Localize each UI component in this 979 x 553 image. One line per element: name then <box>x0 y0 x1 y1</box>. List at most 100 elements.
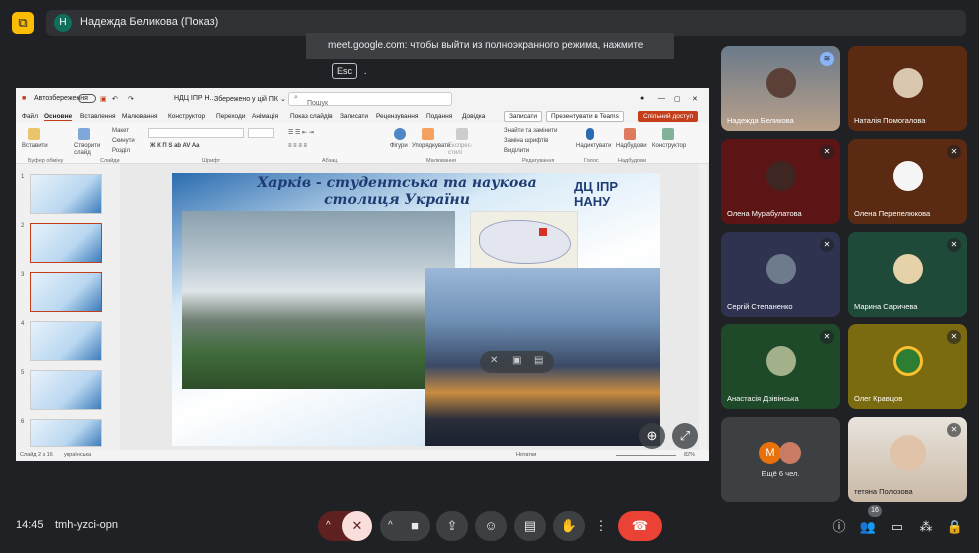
dictate-icon[interactable] <box>586 128 594 140</box>
saved-label[interactable]: Збережено у цій ПК ⌄ <box>214 95 286 103</box>
close-icon[interactable]: ✕ <box>692 95 698 103</box>
notes-button[interactable]: Нотатки <box>516 452 536 458</box>
presentation-icon[interactable]: ⧉ <box>12 12 34 34</box>
tab-design[interactable]: Конструктор <box>168 113 205 120</box>
slide-thumbnail-selected[interactable] <box>30 223 102 263</box>
new-slide-icon[interactable] <box>78 128 90 140</box>
participant-tile[interactable]: ✕ тетяна Полозова <box>848 417 967 502</box>
paste-icon[interactable] <box>28 128 40 140</box>
camera-control[interactable]: ^ ■ <box>380 511 430 541</box>
chevron-up-icon[interactable]: ^ <box>326 511 331 541</box>
host-controls-icon[interactable]: 🔒 <box>944 516 966 538</box>
present-screen-button[interactable]: ⇪ <box>436 511 468 541</box>
vertical-scrollbar[interactable] <box>699 164 707 450</box>
participant-name: Анастасія Дзівінська <box>727 394 799 403</box>
more-participants-tile[interactable]: М Ещё 6 чел. <box>721 417 840 502</box>
tab-view[interactable]: Подання <box>426 113 452 120</box>
find-replace-button[interactable]: Знайти та замінити <box>504 128 557 134</box>
people-icon[interactable]: 👥 <box>857 516 879 538</box>
share-button[interactable]: Спільний доступ <box>638 111 698 122</box>
autosave-toggle[interactable] <box>78 94 96 103</box>
participant-tile[interactable]: ✕ Олена Перепелюкова <box>848 139 967 224</box>
shapes-icon[interactable] <box>394 128 406 140</box>
font-size-field[interactable] <box>248 128 274 138</box>
zoom-slider[interactable] <box>616 455 676 456</box>
slide-thumbnail[interactable] <box>30 174 102 214</box>
tab-home[interactable]: Основне <box>44 113 73 121</box>
participant-tile[interactable]: ✕ Олег Кравцов <box>848 324 967 409</box>
designer-icon[interactable] <box>662 128 674 140</box>
tab-file[interactable]: Файл <box>22 113 38 120</box>
chat-icon[interactable]: ▭ <box>886 516 908 538</box>
font-name-field[interactable] <box>148 128 244 138</box>
new-slide-button[interactable]: Створити слайд <box>74 143 100 157</box>
slide-number: 3 <box>21 272 25 278</box>
participant-tile[interactable]: Наталія Помогалова <box>848 46 967 131</box>
raise-hand-button[interactable]: ✋ <box>553 511 585 541</box>
current-slide[interactable]: Харків - студентська та наукова столиця … <box>172 173 660 446</box>
tab-animations[interactable]: Анімація <box>252 113 278 120</box>
participant-tile[interactable]: ≋ Надежда Беликова <box>721 46 840 131</box>
reactions-button[interactable]: ☺ <box>475 511 507 541</box>
tab-slideshow[interactable]: Показ слайдів <box>290 113 333 120</box>
camera-icon[interactable]: ■ <box>400 511 430 541</box>
maximize-icon[interactable]: ▢ <box>674 95 681 103</box>
participant-tile[interactable]: ✕ Анастасія Дзівінська <box>721 324 840 409</box>
mic-off-icon[interactable]: ✕ <box>342 511 372 541</box>
tab-review[interactable]: Рецензування <box>376 113 418 120</box>
ppt-user-avatar[interactable]: ● <box>640 95 644 102</box>
addins-icon[interactable] <box>624 128 636 140</box>
slide-thumbnail[interactable] <box>30 321 102 361</box>
align-icon[interactable]: ≡ ≡ ≡ ≡ <box>288 143 307 149</box>
tab-transitions[interactable]: Переходи <box>216 113 245 120</box>
designer-button[interactable]: Конструктор <box>652 143 686 149</box>
participant-tile[interactable]: ✕ Сергій Степаненко <box>721 232 840 317</box>
addins-button[interactable]: Надбудови <box>616 143 647 149</box>
tab-draw[interactable]: Малювання <box>122 113 157 120</box>
replace-fonts-button[interactable]: Заміна шрифтів <box>504 138 548 144</box>
tab-help[interactable]: Довідка <box>462 113 485 120</box>
expand-icon[interactable]: ⤢ <box>672 423 698 449</box>
undo-icon[interactable]: ↶ <box>112 95 118 103</box>
status-language: українська <box>64 452 92 458</box>
slide-thumbnail[interactable] <box>30 370 102 410</box>
info-icon[interactable]: ⓘ <box>828 516 850 538</box>
select-button[interactable]: Виділити <box>504 148 529 154</box>
mic-control[interactable]: ^ ✕ <box>318 511 372 541</box>
record-button[interactable]: Записати <box>504 111 543 122</box>
participant-tile[interactable]: ✕ Марина Саричева <box>848 232 967 317</box>
minimize-icon[interactable]: — <box>658 95 665 102</box>
leave-call-button[interactable]: ☎ <box>618 511 662 541</box>
redo-icon[interactable]: ↷ <box>128 95 134 103</box>
quick-styles-button[interactable]: Експрес-стилі <box>448 143 476 157</box>
slide-thumbnail[interactable] <box>30 419 102 447</box>
activities-icon[interactable]: ⁂ <box>915 516 937 538</box>
present-teams-button[interactable]: Презентувати в Teams <box>546 111 624 122</box>
shapes-button[interactable]: Фігури <box>390 143 408 149</box>
bold-icon[interactable]: Ж К П S ab AV Aa <box>150 143 200 149</box>
tab-record[interactable]: Записати <box>340 113 368 120</box>
bullets-icon[interactable]: ☰ ☰ ⇤ ⇥ <box>288 129 314 136</box>
dictate-button[interactable]: Надиктувати <box>576 143 611 149</box>
arrange-button[interactable]: Упорядкувати <box>412 143 450 149</box>
paste-button[interactable]: Вставити <box>22 143 48 149</box>
pin-off-icon[interactable]: ✕ <box>490 355 498 366</box>
fullscreen-off-icon[interactable]: ▣ <box>512 355 521 366</box>
file-name: НДЦ ІПР Н... <box>174 95 216 102</box>
captions-button[interactable]: ▤ <box>514 511 546 541</box>
more-options-button[interactable]: ⋮ <box>592 511 610 541</box>
presentation-float-toolbar[interactable]: ✕ ▣ ▤ <box>480 351 554 373</box>
section-button[interactable]: Розділ <box>112 148 130 154</box>
search-input[interactable]: ⌕ Пошук <box>288 92 452 107</box>
chevron-up-icon[interactable]: ^ <box>388 511 393 541</box>
zoom-in-icon[interactable]: ⊕ <box>639 423 665 449</box>
reset-button[interactable]: Скинути <box>112 138 135 144</box>
participant-tile[interactable]: ✕ Олена Мурабулатова <box>721 139 840 224</box>
tab-insert[interactable]: Вставлення <box>80 113 116 120</box>
quick-styles-icon[interactable] <box>456 128 468 140</box>
slide-thumbnail[interactable] <box>30 272 102 312</box>
layout-off-icon[interactable]: ▤ <box>534 355 543 366</box>
save-icon[interactable]: ▣ <box>100 95 107 103</box>
layout-button[interactable]: Макет <box>112 128 129 134</box>
arrange-icon[interactable] <box>422 128 434 140</box>
